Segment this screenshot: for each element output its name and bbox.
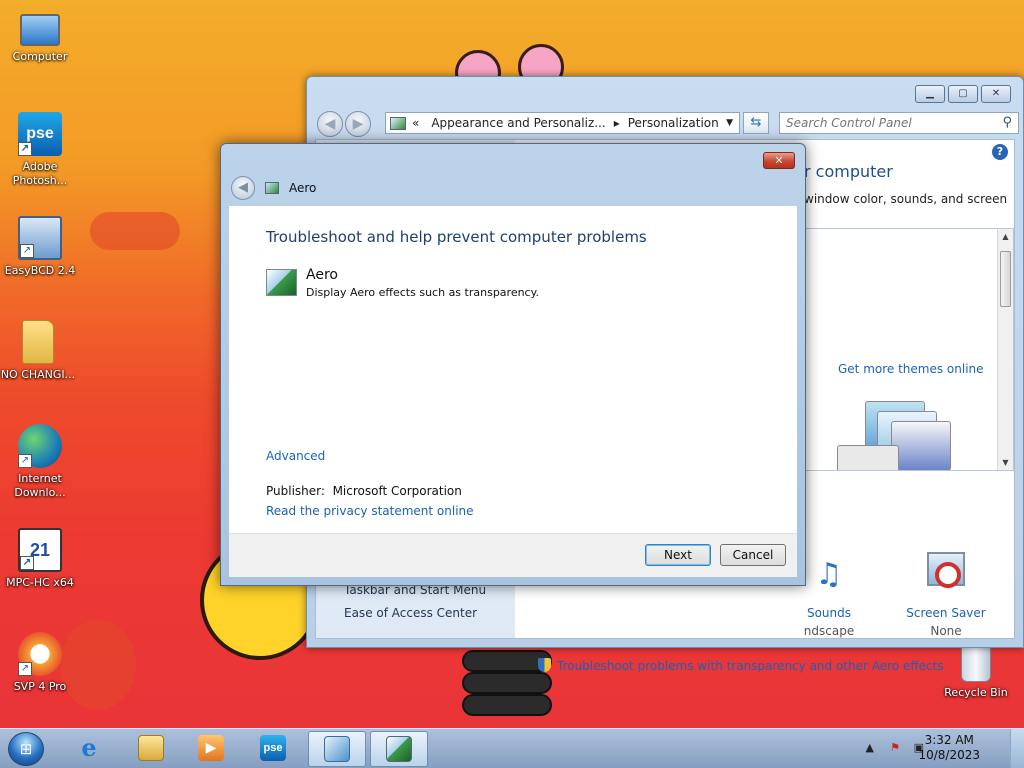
dialog-footer: Next Cancel (229, 533, 797, 577)
dialog-title: Aero (289, 181, 317, 195)
folder-icon (22, 320, 54, 364)
aero-troubleshooter-dialog[interactable]: ✕ ◀ Aero Troubleshoot and help prevent c… (220, 143, 806, 586)
windows-logo-icon: ⊞ (19, 740, 33, 758)
refresh-button[interactable]: ⇆ (743, 112, 769, 134)
troubleshoot-aero-link[interactable]: Troubleshoot problems with transparency … (538, 658, 944, 673)
search-icon[interactable]: ⚲ (1002, 115, 1012, 130)
privacy-statement-link[interactable]: Read the privacy statement online (266, 504, 474, 518)
back-button[interactable]: ◀ (317, 111, 343, 137)
desktop-icon-recycle-bin[interactable]: Recycle Bin (936, 640, 1016, 700)
wallpaper-coil (462, 672, 552, 694)
taskbar-media-player[interactable]: ▶ (182, 731, 240, 767)
svp-icon: ↗ (18, 632, 62, 676)
search-input[interactable] (780, 113, 990, 133)
taskbar: ⊞ e ▶ pse ▲ ⚑ ▣ 3:32 AM 10/8/2023 (0, 728, 1024, 768)
scroll-down-icon[interactable]: ▼ (998, 455, 1013, 470)
internet-explorer-icon: e (81, 733, 97, 762)
forward-button[interactable]: ▶ (345, 111, 371, 137)
computer-icon (20, 14, 60, 46)
refresh-icon: ⇆ (750, 115, 762, 130)
taskbar-photoshop-elements[interactable]: pse (244, 731, 302, 767)
publisher-value: Microsoft Corporation (332, 484, 462, 498)
dialog-content: Troubleshoot and help prevent computer p… (229, 206, 797, 577)
window-caption-buttons: ▁ ▢ ✕ (915, 85, 1011, 103)
publisher-label: Publisher: (266, 484, 325, 498)
get-more-themes-link[interactable]: Get more themes online (838, 362, 984, 376)
help-icon[interactable]: ? (992, 144, 1008, 160)
publisher-line: Publisher: Microsoft Corporation (266, 484, 462, 498)
chevron-down-icon[interactable]: ▼ (726, 118, 733, 128)
desktop-icon-photoshop[interactable]: pse ↗ Adobe Photosh... (0, 112, 80, 188)
advanced-link[interactable]: Advanced (266, 449, 325, 463)
shield-icon (538, 658, 551, 672)
aero-package-icon (266, 269, 297, 296)
navigation-bar: ◀ ▶ « Appearance and Personaliz... ▸ Per… (315, 109, 1019, 137)
troubleshooter-icon (386, 736, 412, 762)
start-button[interactable]: ⊞ (8, 732, 44, 766)
troubleshooter-icon (265, 182, 279, 194)
internet-download-manager-icon: ↗ (18, 424, 62, 468)
recycle-bin-icon (961, 646, 991, 682)
dialog-heading: Troubleshoot and help prevent computer p… (266, 228, 647, 246)
control-panel-icon (324, 736, 350, 762)
system-clock[interactable]: 3:32 AM 10/8/2023 (918, 733, 980, 763)
scrollbar-thumb[interactable] (1000, 251, 1011, 307)
breadcrumb-personalization[interactable]: Personalization (622, 116, 725, 130)
clock-date: 10/8/2023 (918, 748, 980, 762)
clock-time: 3:32 AM (924, 733, 974, 747)
screen-saver-option[interactable]: Screen Saver None (906, 548, 986, 638)
scroll-up-icon[interactable]: ▲ (998, 229, 1013, 244)
address-bar[interactable]: « Appearance and Personaliz... ▸ Persona… (385, 112, 740, 134)
action-center-flag-icon[interactable]: ⚑ (890, 741, 900, 754)
themes-list[interactable]: ▲ ▼ (804, 228, 1014, 471)
show-hidden-icons-icon[interactable]: ▲ (866, 741, 874, 754)
package-name: Aero (306, 267, 338, 283)
breadcrumb-separator[interactable]: ▸ (612, 116, 622, 130)
package-description: Display Aero effects such as transparenc… (306, 286, 540, 299)
close-button[interactable]: ✕ (763, 152, 795, 169)
wallpaper-coil (462, 694, 552, 716)
taskbar-troubleshooter[interactable] (370, 731, 428, 767)
page-title: r computer (804, 162, 893, 181)
breadcrumb-prefix[interactable]: « (406, 116, 425, 130)
taskbar-control-panel[interactable] (308, 731, 366, 767)
easybcd-icon: ↗ (18, 216, 62, 260)
cancel-button[interactable]: Cancel (720, 544, 786, 566)
photoshop-elements-icon: pse ↗ (18, 112, 62, 156)
screen-saver-icon (923, 548, 969, 602)
close-button[interactable]: ✕ (981, 85, 1011, 103)
desktop-icon-svp[interactable]: ↗ SVP 4 Pro (0, 632, 80, 694)
wallpaper-blob (90, 212, 180, 250)
back-button[interactable]: ◀ (231, 176, 255, 200)
desktop-icon-folder[interactable]: NO CHANGI... (0, 320, 76, 382)
maximize-button[interactable]: ▢ (948, 85, 978, 103)
themes-scrollbar[interactable]: ▲ ▼ (997, 229, 1013, 470)
dialog-header: ◀ Aero (229, 174, 797, 204)
next-button[interactable]: Next (645, 544, 711, 566)
theme-thumbnail[interactable] (891, 421, 951, 470)
desktop-icon-idm[interactable]: ↗ Internet Downlo... (0, 424, 80, 500)
breadcrumb-appearance[interactable]: Appearance and Personaliz... (425, 116, 611, 130)
show-desktop-button[interactable] (1010, 729, 1024, 768)
sounds-icon: ♫ (815, 557, 843, 592)
taskbar-internet-explorer[interactable]: e (60, 731, 118, 767)
folder-icon (138, 735, 164, 761)
search-box[interactable]: ⚲ (779, 112, 1019, 134)
minimize-button[interactable]: ▁ (915, 85, 945, 103)
mpc-hc-icon: 21 ↗ (18, 528, 62, 572)
desktop-icon-easybcd[interactable]: ↗ EasyBCD 2.4 (0, 216, 80, 278)
theme-thumbnail[interactable] (837, 445, 899, 470)
desktop-icon-computer[interactable]: Computer (0, 8, 80, 64)
desktop-icon-mpc-hc[interactable]: 21 ↗ MPC-HC x64 (0, 528, 80, 590)
control-panel-icon (390, 116, 406, 130)
taskbar-file-explorer[interactable] (122, 731, 180, 767)
sidebar-item-ease-of-access[interactable]: Ease of Access Center (344, 606, 477, 620)
photoshop-elements-icon: pse (260, 735, 286, 761)
page-subtitle: window color, sounds, and screen (804, 192, 1008, 206)
media-player-icon: ▶ (198, 735, 224, 761)
